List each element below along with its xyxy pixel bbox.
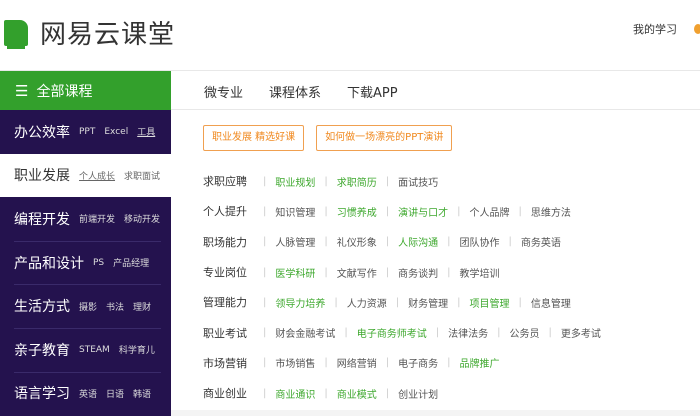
category-link[interactable]: 商务谈判 (386, 265, 438, 280)
sidebar-subitem[interactable]: 工具 (137, 125, 155, 138)
sidebar-subitem[interactable]: 韩语 (133, 387, 151, 400)
sidebar-item[interactable]: 产品和设计 PS 产品经理 (0, 240, 171, 285)
nav-micro-major[interactable]: 微专业 (204, 82, 243, 101)
all-courses-label: 全部课程 (36, 84, 93, 100)
nav-course-system[interactable]: 课程体系 (269, 82, 321, 101)
sidebar-item[interactable]: 亲子教育 STEAM 科学育儿 (0, 327, 171, 372)
category-row: 专业岗位医学科研文献写作商务谈判教学培训 (203, 257, 610, 287)
sidebar-subitem[interactable]: 日语 (106, 387, 124, 400)
category-title[interactable]: 管理能力 (203, 294, 263, 310)
category-link[interactable]: 财会金融考试 (263, 325, 335, 340)
category-row: 求职应聘职业规划求职简历面试技巧 (203, 166, 610, 196)
category-link[interactable]: 项目管理 (457, 295, 510, 310)
category-title[interactable]: 商业创业 (203, 385, 263, 401)
category-link[interactable]: 人际沟通 (386, 234, 438, 249)
sidebar-item-title[interactable]: 语言学习 (14, 383, 70, 403)
sidebar-item-title[interactable]: 办公效率 (14, 122, 70, 142)
category-link[interactable]: 公务员 (497, 325, 540, 340)
category-title[interactable]: 求职应聘 (203, 173, 263, 189)
category-title[interactable]: 个人提升 (203, 203, 263, 219)
sidebar-item-title[interactable]: 亲子教育 (14, 340, 70, 360)
category-title[interactable]: 职场能力 (203, 234, 263, 250)
category-link[interactable]: 财务管理 (396, 295, 448, 310)
sidebar-item-title[interactable]: 产品和设计 (14, 253, 84, 273)
category-link[interactable]: 商务英语 (509, 234, 561, 249)
category-link[interactable]: 医学科研 (263, 265, 315, 280)
category-link[interactable]: 品牌推广 (447, 355, 500, 370)
sidebar-subitem[interactable]: PPT (79, 127, 95, 137)
category-link[interactable]: 教学培训 (447, 265, 500, 280)
sidebar-item[interactable]: 生活方式 摄影 书法 理财 (0, 284, 171, 328)
my-study-link[interactable]: 我的学习 (633, 21, 677, 37)
category-link[interactable]: 文献写作 (324, 265, 377, 280)
logo-text: 网易云课堂 (40, 20, 176, 50)
category-row: 职场能力人脉管理礼仪形象人际沟通团队协作商务英语 (203, 227, 610, 257)
category-title[interactable]: 专业岗位 (203, 264, 263, 280)
sidebar-subitem[interactable]: 前端开发 (79, 212, 115, 225)
category-link[interactable]: 人力资源 (334, 295, 387, 310)
sidebar-subitem[interactable]: 产品经理 (113, 256, 149, 269)
category-panel: 职业发展 精选好课 如何做一场漂亮的PPT演讲 求职应聘职业规划求职简历面试技巧… (171, 110, 700, 416)
nav-download-app[interactable]: 下载APP (347, 82, 398, 101)
sidebar-item[interactable]: 编程开发 前端开发 移动开发 (0, 197, 171, 241)
sidebar-subitem[interactable]: PS (93, 258, 104, 268)
category-link[interactable]: 职业规划 (263, 174, 315, 189)
tag-ppt-speech[interactable]: 如何做一场漂亮的PPT演讲 (316, 125, 453, 151)
logo[interactable]: 网易云课堂 (4, 14, 175, 51)
sidebar-subitem[interactable]: 移动开发 (124, 212, 160, 225)
navbar: ☰ 全部课程 微专业 课程体系 下载APP (0, 70, 700, 111)
sidebar-subitem[interactable]: 英语 (79, 387, 97, 400)
category-link[interactable]: 习惯养成 (324, 204, 377, 219)
sidebar-subitem[interactable]: 理财 (133, 300, 151, 313)
category-link[interactable]: 求职简历 (324, 174, 377, 189)
all-courses-button[interactable]: ☰ 全部课程 (0, 71, 171, 111)
category-link[interactable]: 更多考试 (549, 325, 601, 340)
category-title[interactable]: 市场营销 (203, 355, 263, 371)
category-link[interactable]: 领导力培养 (263, 295, 325, 310)
sidebar-subitem[interactable]: 摄影 (79, 300, 97, 313)
category-link[interactable]: 创业计划 (386, 386, 438, 401)
category-row: 职业考试财会金融考试电子商务师考试法律法务公务员更多考试 (203, 317, 610, 347)
category-link[interactable]: 信息管理 (519, 295, 571, 310)
sidebar-item[interactable]: 办公效率 PPT Excel 工具 (0, 110, 171, 154)
sidebar-subitem[interactable]: 个人成长 (79, 169, 115, 182)
sidebar-subitem[interactable]: STEAM (79, 345, 110, 355)
category-title[interactable]: 职业考试 (203, 325, 263, 341)
category-link[interactable]: 商业通识 (263, 386, 315, 401)
category-link[interactable]: 面试技巧 (386, 174, 438, 189)
category-link[interactable]: 法律法务 (436, 325, 488, 340)
category-row: 个人提升知识管理习惯养成演讲与口才个人品牌思维方法 (203, 196, 610, 226)
category-link[interactable]: 个人品牌 (457, 204, 510, 219)
sidebar-subitem[interactable]: 科学育儿 (119, 343, 155, 356)
sidebar-item-title[interactable]: 职业发展 (14, 165, 70, 185)
category-row: 市场营销市场销售网络营销电子商务品牌推广 (203, 348, 610, 378)
category-link[interactable]: 思维方法 (519, 204, 571, 219)
category-link[interactable]: 演讲与口才 (386, 204, 448, 219)
hamburger-icon: ☰ (15, 82, 29, 100)
category-link[interactable]: 电子商务师考试 (344, 325, 427, 340)
category-link[interactable]: 团队协作 (447, 234, 500, 249)
category-link[interactable]: 电子商务 (386, 355, 438, 370)
sidebar-item-title[interactable]: 编程开发 (14, 209, 70, 229)
sidebar-item[interactable]: 语言学习 英语 日语 韩语 (0, 371, 171, 416)
tag-career-picks[interactable]: 职业发展 精选好课 (203, 125, 305, 151)
scroll-area-bottom (171, 410, 700, 416)
sidebar-subitem[interactable]: 求职面试 (124, 169, 160, 182)
category-link[interactable]: 人脉管理 (263, 234, 315, 249)
sidebar-subitem[interactable]: 书法 (106, 300, 124, 313)
header: 网易云课堂 我的学习 (0, 0, 700, 70)
category-row: 商业创业商业通识商业模式创业计划 (203, 378, 610, 408)
sidebar-subitem[interactable]: Excel (104, 127, 128, 137)
category-link[interactable]: 市场销售 (263, 355, 315, 370)
category-link[interactable]: 网络营销 (324, 355, 377, 370)
category-link[interactable]: 商业模式 (324, 386, 377, 401)
sidebar-item-title[interactable]: 生活方式 (14, 296, 70, 316)
category-row: 管理能力领导力培养人力资源财务管理项目管理信息管理 (203, 287, 610, 317)
book-logo-icon (4, 19, 28, 49)
sidebar-item[interactable]: 职业发展 个人成长 求职面试 (0, 153, 171, 198)
category-link[interactable]: 知识管理 (263, 204, 315, 219)
category-sidebar: 办公效率 PPT Excel 工具 职业发展 个人成长 求职面试 编程开发 前端开发 移动开发 产品… (0, 110, 171, 416)
user-avatar[interactable] (694, 24, 700, 34)
category-link[interactable]: 礼仪形象 (324, 234, 377, 249)
